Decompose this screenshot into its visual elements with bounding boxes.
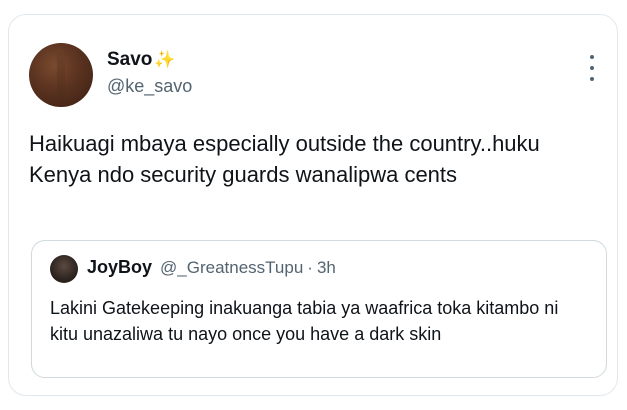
sparkles-icon: ✨ <box>154 50 176 69</box>
separator-dot: · <box>307 258 313 277</box>
author-name-row: Savo ✨ <box>107 49 176 71</box>
quoted-tweet-timestamp[interactable]: 3h <box>317 258 336 278</box>
tweet-card[interactable]: Savo ✨ @ke_savo Haikuagi mbaya especiall… <box>8 14 618 396</box>
quoted-author-display-name: JoyBoy <box>87 257 153 277</box>
quoted-author-avatar <box>50 255 78 283</box>
author-display-name[interactable]: Savo <box>107 49 152 71</box>
quoted-author-handle: @_GreatnessTupu <box>160 258 304 277</box>
quoted-tweet-header: JoyBoy @_GreatnessTupu · 3h <box>87 257 336 278</box>
author-avatar[interactable] <box>29 43 93 107</box>
quoted-tweet[interactable]: JoyBoy @_GreatnessTupu · 3h Lakini Gatek… <box>31 240 607 378</box>
quoted-tweet-text: Lakini Gatekeeping inakuanga tabia ya wa… <box>50 298 559 344</box>
author-handle[interactable]: @ke_savo <box>107 76 192 97</box>
more-options-icon[interactable] <box>589 55 595 81</box>
tweet-text: Haikuagi mbaya especially outside the co… <box>29 131 540 187</box>
